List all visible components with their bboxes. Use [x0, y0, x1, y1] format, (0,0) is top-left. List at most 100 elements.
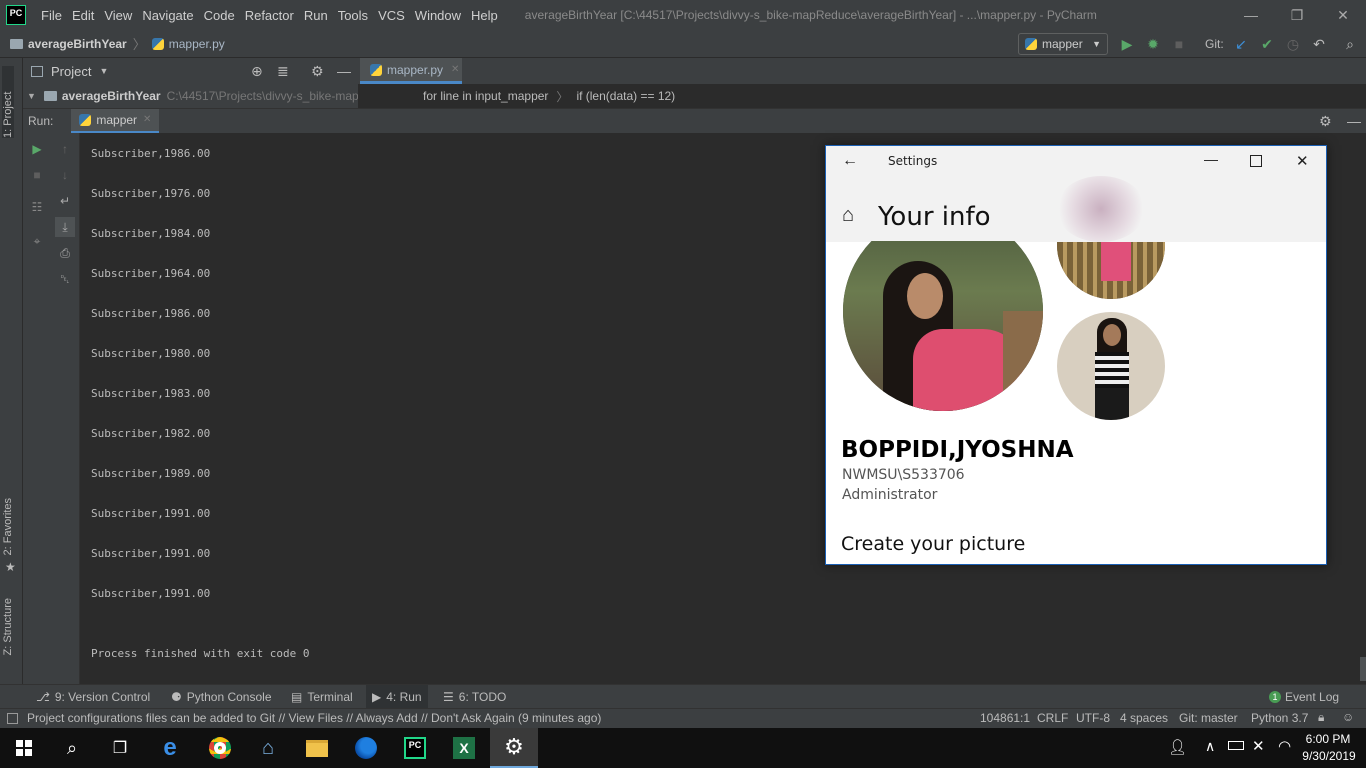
menu-vcs[interactable]: VCS [373, 8, 410, 23]
status-message[interactable]: Project configurations files can be adde… [27, 711, 601, 725]
pin-icon[interactable]: ⌖ [29, 233, 45, 249]
lock-icon[interactable]: 🔒︎ [1318, 710, 1324, 725]
rerun-icon[interactable]: ▶ [29, 141, 45, 157]
taskbar-firefox[interactable] [342, 728, 390, 768]
taskbar-settings[interactable]: ⚙ [490, 728, 538, 768]
project-tree-root[interactable]: ▼ averageBirthYear C:\44517\Projects\div… [23, 84, 358, 108]
nav-crumb-file[interactable]: mapper.py [151, 37, 225, 51]
chevron-down-icon: ▼ [1092, 39, 1101, 49]
menu-window[interactable]: Window [410, 8, 466, 23]
debug-button[interactable]: ✹ [1143, 34, 1163, 54]
window-title: averageBirthYear [C:\44517\Projects\divv… [524, 8, 1097, 22]
locate-file-icon[interactable]: ⊕ [251, 63, 263, 80]
expand-icon[interactable]: ▼ [27, 91, 36, 101]
start-button[interactable] [0, 728, 48, 768]
taskbar-app-lock[interactable]: ⌂ [244, 728, 292, 768]
minimize-button[interactable]: — [1228, 0, 1274, 30]
console-line: Subscriber,1986.00 [91, 307, 211, 320]
print-icon[interactable]: ⎙ [57, 245, 73, 261]
git-update-button[interactable]: ↙ [1231, 34, 1251, 54]
python-interpreter[interactable]: Python 3.7 [1251, 711, 1308, 725]
menu-navigate[interactable]: Navigate [137, 8, 198, 23]
caret-position[interactable]: 104861:1 [980, 711, 1030, 725]
git-revert-button[interactable]: ↶ [1309, 34, 1329, 54]
soft-wrap-icon[interactable]: ↵ [57, 193, 73, 209]
indent-setting[interactable]: 4 spaces [1120, 711, 1168, 725]
taskbar-chrome[interactable] [196, 728, 244, 768]
menu-help[interactable]: Help [466, 8, 503, 23]
close-button[interactable]: ✕ [1320, 0, 1366, 30]
git-commit-button[interactable]: ✔ [1257, 34, 1277, 54]
tool-window-project[interactable]: 1: Project [2, 66, 14, 138]
inspector-icon[interactable]: ☺ [1342, 710, 1354, 724]
bottom-tool-tabs: ⎇ 9: Version Control ⚈ Python Console ▤ … [0, 684, 1366, 709]
gear-icon[interactable]: ⚙ [311, 63, 324, 80]
taskbar-excel[interactable]: X [440, 728, 488, 768]
breadcrumb-for-loop[interactable]: for line in input_mapper [423, 89, 548, 103]
git-branch[interactable]: Git: master [1179, 711, 1238, 725]
menu-file[interactable]: File [36, 8, 67, 23]
tool-window-structure[interactable]: Z: Structure [2, 598, 14, 655]
avatar-small-2[interactable] [1057, 312, 1165, 420]
taskbar-edge[interactable]: e [146, 728, 194, 768]
arrow-up-icon[interactable]: ↑ [57, 141, 73, 157]
tab-run[interactable]: ▶ 4: Run [366, 685, 428, 709]
run-tab-mapper[interactable]: mapper ✕ [71, 108, 160, 134]
close-icon[interactable]: ✕ [1296, 152, 1309, 170]
line-separator[interactable]: CRLF [1037, 711, 1068, 725]
home-icon[interactable]: ⌂ [842, 204, 854, 227]
tab-event-log[interactable]: 1 Event Log [1263, 685, 1345, 709]
battery-icon[interactable] [1228, 741, 1244, 750]
editor-tab-mapper[interactable]: mapper.py ✕ [360, 58, 462, 84]
people-icon[interactable]: 👤︎ [1168, 738, 1187, 756]
menu-refactor[interactable]: Refactor [240, 8, 299, 23]
tab-python-console[interactable]: ⚈ Python Console [165, 685, 278, 709]
scroll-to-end-icon[interactable]: ⤓ [55, 217, 75, 237]
stop-button[interactable]: ■ [1169, 34, 1189, 54]
volume-muted-icon[interactable]: ✕ [1252, 737, 1265, 755]
collapse-all-icon[interactable]: ≣ [277, 63, 289, 80]
trash-icon[interactable]: ␡ [57, 271, 73, 287]
minimize-icon[interactable]: — [1204, 151, 1218, 167]
layout-icon[interactable]: ☷ [29, 199, 45, 215]
hide-panel-icon[interactable]: — [337, 63, 351, 79]
file-encoding[interactable]: UTF-8 [1076, 711, 1110, 725]
close-tab-icon[interactable]: ✕ [143, 114, 151, 125]
search-everywhere-button[interactable]: ⌕ [1340, 34, 1360, 54]
run-button[interactable]: ▶ [1117, 34, 1137, 54]
console-scrollbar[interactable] [1360, 657, 1366, 681]
menu-view[interactable]: View [99, 8, 137, 23]
chevron-up-icon[interactable]: ∧ [1205, 738, 1215, 755]
restore-button[interactable]: ❐ [1274, 0, 1320, 30]
tab-terminal[interactable]: ▤ Terminal [285, 685, 359, 709]
breadcrumb-if[interactable]: if (len(data) == 12) [576, 89, 675, 103]
taskbar-explorer[interactable] [293, 728, 341, 768]
toggle-tool-windows-icon[interactable] [7, 713, 18, 724]
close-tab-icon[interactable]: ✕ [451, 64, 459, 75]
run-config-select[interactable]: mapper ▼ [1018, 33, 1108, 55]
menu-tools[interactable]: Tools [333, 8, 373, 23]
menu-run[interactable]: Run [299, 8, 333, 23]
clock-time[interactable]: 6:00 PM [1304, 732, 1352, 746]
arrow-down-icon[interactable]: ↓ [57, 167, 73, 183]
nav-crumb-project[interactable]: averageBirthYear [10, 37, 127, 51]
git-history-button[interactable]: ◷ [1283, 34, 1303, 54]
taskbar-pycharm[interactable]: PC [391, 728, 439, 768]
back-arrow-icon[interactable]: ← [842, 152, 858, 170]
menu-code[interactable]: Code [199, 8, 240, 23]
tab-todo[interactable]: ☰ 6: TODO [437, 685, 512, 709]
hide-panel-icon[interactable]: — [1347, 113, 1361, 129]
python-file-icon [79, 113, 92, 126]
project-panel-title[interactable]: Project [51, 64, 91, 79]
gear-icon[interactable]: ⚙ [1319, 113, 1332, 130]
search-button[interactable]: ⌕ [48, 728, 96, 768]
task-view-button[interactable]: ❐ [96, 728, 144, 768]
tab-version-control[interactable]: ⎇ 9: Version Control [30, 685, 156, 709]
maximize-icon[interactable] [1250, 155, 1262, 167]
stop-icon[interactable]: ■ [29, 167, 45, 183]
chevron-down-icon[interactable]: ▼ [99, 66, 108, 76]
wifi-icon[interactable]: ◠ [1278, 737, 1291, 755]
tool-window-favorites[interactable]: 2: Favorites [2, 498, 14, 555]
clock-date[interactable]: 9/30/2019 [1302, 749, 1356, 763]
menu-edit[interactable]: Edit [67, 8, 99, 23]
